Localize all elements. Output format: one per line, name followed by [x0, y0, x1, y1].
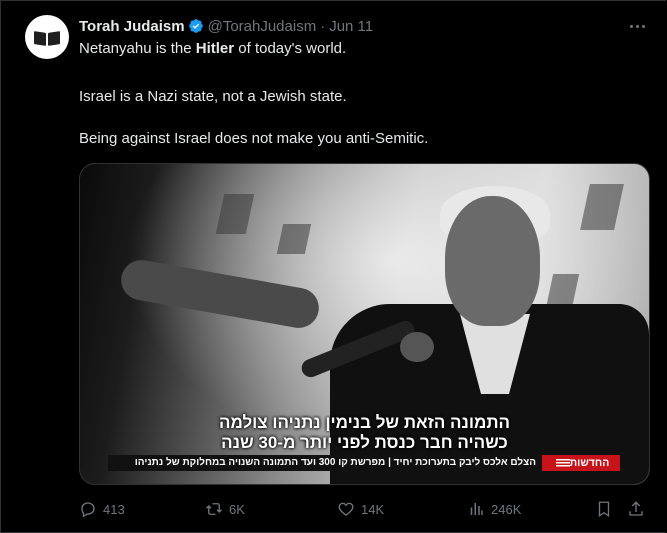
views-button[interactable]: 246K — [467, 497, 521, 521]
tweet-text-line-3: Being against Israel does not make you a… — [79, 130, 429, 147]
bookmark-icon — [598, 501, 610, 518]
heart-icon — [338, 502, 354, 516]
tweet-bold-word: Hitler — [195, 40, 235, 57]
bookmark-button[interactable] — [595, 497, 619, 521]
separator-dot: · — [320, 17, 326, 35]
ticker-text: הצלם אלכס ליבק בתערוכת יחיד | מפרשת קו 3… — [108, 455, 542, 471]
action-bar: 413 6K 14K 246K — [79, 497, 648, 521]
channel-label: החדשות — [542, 455, 620, 471]
tweet-text-line-1: Netanyahu is the Hitler of today's world… — [79, 40, 347, 57]
subtitle-line-2: כשהיה חבר כנסת לפני יותר מ-30 שנה — [221, 433, 508, 452]
analytics-icon — [470, 503, 483, 515]
tweet-card[interactable]: Torah Judaism @TorahJudaism · Jun 11 Net… — [0, 0, 666, 533]
tweet-image[interactable]: התמונה הזאת של בנימין נתניהו צולמה כשהיה… — [79, 163, 650, 485]
repost-count: 6K — [229, 501, 245, 517]
like-count: 14K — [361, 501, 385, 517]
verified-badge-icon — [188, 19, 203, 33]
tweet-header: Torah Judaism @TorahJudaism · Jun 11 — [79, 15, 373, 37]
tweet-text-line-2: Israel is a Nazi state, not a Jewish sta… — [79, 88, 347, 105]
more-options-icon[interactable] — [626, 15, 648, 37]
author-handle[interactable]: @TorahJudaism — [208, 18, 317, 35]
reply-count: 413 — [103, 501, 125, 517]
reply-icon — [81, 502, 95, 518]
reply-button[interactable]: 413 — [79, 497, 125, 521]
repost-button[interactable]: 6K — [205, 497, 245, 521]
share-icon — [629, 501, 643, 516]
share-button[interactable] — [627, 497, 651, 521]
open-book-icon — [34, 32, 60, 46]
author-name[interactable]: Torah Judaism — [79, 18, 185, 35]
face — [445, 196, 540, 326]
repost-icon — [206, 503, 222, 515]
avatar[interactable] — [25, 15, 69, 59]
tweet-date[interactable]: Jun 11 — [329, 18, 373, 35]
subtitle-line-1: התמונה הזאת של בנימין נתניהו צולמה — [218, 413, 511, 432]
channel-logo-icon — [555, 459, 570, 468]
view-count: 246K — [491, 501, 522, 517]
microphone-head — [400, 332, 434, 362]
news-ticker: הצלם אלכס ליבק בתערוכת יחיד | מפרשת קו 3… — [108, 455, 620, 471]
like-button[interactable]: 14K — [337, 497, 384, 521]
